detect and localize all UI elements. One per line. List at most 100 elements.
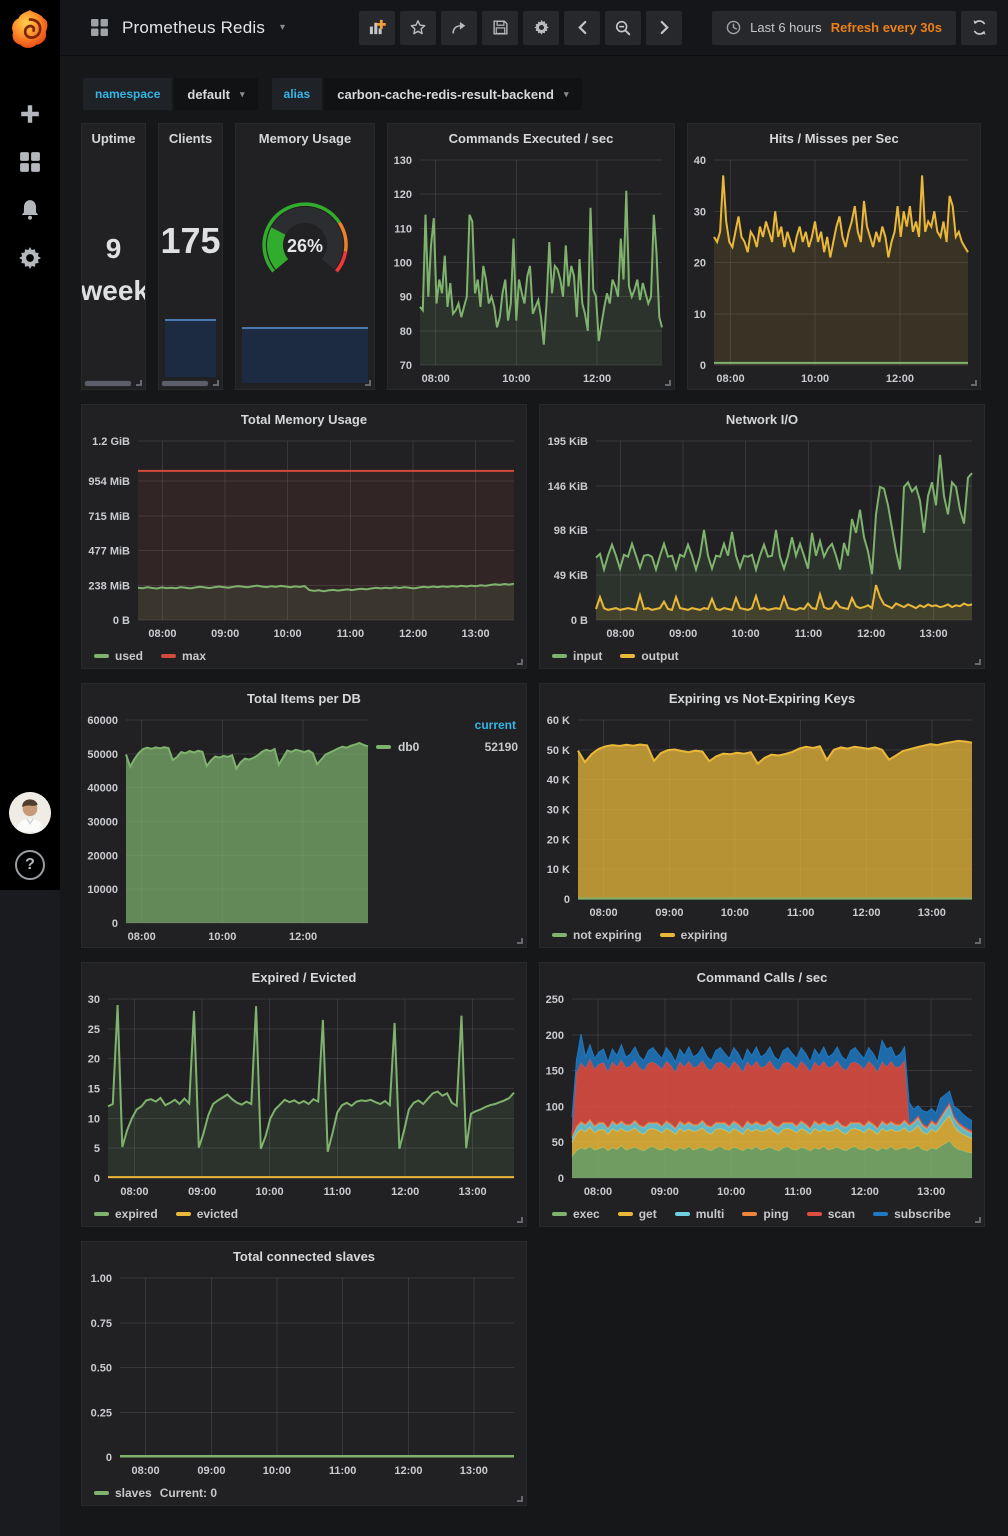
uptime-value: 9 weeks [82, 228, 145, 312]
resize-handle[interactable] [365, 380, 371, 386]
panel-title[interactable]: Expiring vs Not-Expiring Keys [540, 684, 984, 710]
legend-item[interactable]: exec [552, 1207, 600, 1221]
chart-expired-evicted[interactable]: 05101520253008:0009:0010:0011:0012:0013:… [82, 989, 526, 1202]
panel-title[interactable]: Command Calls / sec [540, 963, 984, 989]
horizontal-scrollbar[interactable] [161, 380, 209, 387]
legend-item[interactable]: get [618, 1207, 657, 1221]
svg-text:100: 100 [546, 1101, 564, 1113]
legend-item[interactable]: slavesCurrent: 0 [94, 1486, 217, 1500]
svg-text:09:00: 09:00 [197, 1465, 225, 1477]
resize-handle[interactable] [975, 1217, 981, 1223]
chart-command-calls[interactable]: 05010015020025008:0009:0010:0011:0012:00… [540, 989, 984, 1202]
chart-hits-misses[interactable]: 01020304008:0010:0012:00 [688, 150, 980, 389]
svg-text:08:00: 08:00 [422, 373, 450, 385]
legend-item[interactable]: subscribe [873, 1207, 951, 1221]
panel-title[interactable]: Total connected slaves [82, 1242, 526, 1268]
variable-namespace-label: namespace [83, 78, 172, 110]
series-swatch [618, 1212, 633, 1216]
time-forward-button[interactable] [646, 11, 682, 45]
series-swatch [176, 1212, 191, 1216]
chart-network-io[interactable]: 0 B49 KiB98 KiB146 KiB195 KiB08:0009:001… [540, 431, 984, 644]
panel-title[interactable]: Uptime [82, 124, 145, 150]
refresh-button[interactable] [961, 11, 997, 45]
svg-text:11:00: 11:00 [329, 1465, 357, 1477]
series-swatch [660, 933, 675, 937]
svg-text:08:00: 08:00 [128, 931, 156, 943]
svg-text:10:00: 10:00 [263, 1465, 291, 1477]
time-back-button[interactable] [564, 11, 600, 45]
svg-text:30000: 30000 [87, 817, 118, 829]
resize-handle[interactable] [971, 380, 977, 386]
panel-title[interactable]: Clients [159, 124, 222, 150]
panel-title[interactable]: Hits / Misses per Sec [688, 124, 980, 150]
svg-text:09:00: 09:00 [655, 907, 683, 919]
dashboards-grid-icon[interactable] [18, 150, 42, 174]
svg-text:12:00: 12:00 [857, 628, 885, 640]
resize-handle[interactable] [517, 659, 523, 665]
alerting-bell-icon[interactable] [18, 198, 42, 222]
legend-item[interactable]: used [94, 649, 143, 663]
add-icon[interactable] [18, 102, 42, 126]
resize-handle[interactable] [975, 938, 981, 944]
series-swatch [94, 1491, 109, 1495]
svg-text:10:00: 10:00 [208, 931, 236, 943]
variable-namespace-value[interactable]: default▾ [174, 78, 257, 110]
svg-text:08:00: 08:00 [120, 1186, 148, 1198]
dashboard-picker[interactable]: Prometheus Redis ▾ [90, 18, 285, 38]
legend-item[interactable]: input [552, 649, 602, 663]
time-range-picker[interactable]: Last 6 hours Refresh every 30s [712, 11, 956, 45]
help-icon[interactable]: ? [15, 850, 45, 880]
resize-handle[interactable] [975, 659, 981, 665]
legend-item[interactable]: db052190 [376, 740, 518, 754]
svg-text:11:00: 11:00 [795, 628, 823, 640]
chart-total-memory[interactable]: 0 B238 MiB477 MiB715 MiB954 MiB1.2 GiB08… [82, 431, 526, 644]
legend-item[interactable]: scan [807, 1207, 855, 1221]
dashboard-grid: Uptime 9 weeks Clients 175 Memory Usage … [60, 110, 1008, 1520]
chart-expiring-keys[interactable]: 010 K20 K30 K40 K50 K60 K08:0009:0010:00… [540, 710, 984, 923]
chart-connected-slaves[interactable]: 00.250.500.751.0008:0009:0010:0011:0012:… [82, 1268, 526, 1481]
svg-text:70: 70 [400, 360, 412, 372]
resize-handle[interactable] [136, 380, 142, 386]
panel-title[interactable]: Network I/O [540, 405, 984, 431]
resize-handle[interactable] [517, 1217, 523, 1223]
panel-title[interactable]: Total Items per DB [82, 684, 526, 710]
svg-text:13:00: 13:00 [920, 628, 948, 640]
legend-item[interactable]: max [161, 649, 206, 663]
svg-text:0: 0 [558, 1173, 564, 1185]
panel-title[interactable]: Total Memory Usage [82, 405, 526, 431]
svg-text:50000: 50000 [87, 749, 118, 761]
legend-item[interactable]: expired [94, 1207, 158, 1221]
panel-title[interactable]: Memory Usage [236, 124, 374, 150]
grafana-logo-icon[interactable] [9, 8, 51, 50]
resize-handle[interactable] [665, 380, 671, 386]
panel-title[interactable]: Expired / Evicted [82, 963, 526, 989]
user-avatar[interactable] [9, 792, 51, 834]
variable-alias-value[interactable]: carbon-cache-redis-result-backend▾ [324, 78, 581, 110]
share-button[interactable] [441, 11, 477, 45]
zoom-out-button[interactable] [605, 11, 641, 45]
save-button[interactable] [482, 11, 518, 45]
panel-expiring-keys: Expiring vs Not-Expiring Keys 010 K20 K3… [539, 683, 985, 948]
refresh-interval-label: Refresh every 30s [831, 20, 942, 35]
add-panel-button[interactable] [359, 11, 395, 45]
chart-commands-executed[interactable]: 70809010011012013008:0010:0012:00 [388, 150, 674, 389]
legend-item[interactable]: not expiring [552, 928, 642, 942]
navbar: Prometheus Redis ▾ [60, 0, 1008, 56]
legend-item[interactable]: ping [742, 1207, 788, 1221]
chart-total-items[interactable]: 010000200003000040000500006000008:0010:0… [82, 710, 526, 947]
svg-text:12:00: 12:00 [852, 907, 880, 919]
settings-gear-icon[interactable] [18, 246, 42, 270]
legend-item[interactable]: evicted [176, 1207, 238, 1221]
panel-title[interactable]: Commands Executed / sec [388, 124, 674, 150]
star-button[interactable] [400, 11, 436, 45]
legend-item[interactable]: output [620, 649, 678, 663]
svg-text:110: 110 [394, 223, 412, 235]
dashboard-settings-button[interactable] [523, 11, 559, 45]
legend-item[interactable]: multi [675, 1207, 725, 1221]
resize-handle[interactable] [213, 380, 219, 386]
resize-handle[interactable] [517, 1496, 523, 1502]
resize-handle[interactable] [517, 938, 523, 944]
legend-item[interactable]: expiring [660, 928, 728, 942]
svg-text:0: 0 [112, 918, 118, 930]
horizontal-scrollbar[interactable] [84, 380, 132, 387]
